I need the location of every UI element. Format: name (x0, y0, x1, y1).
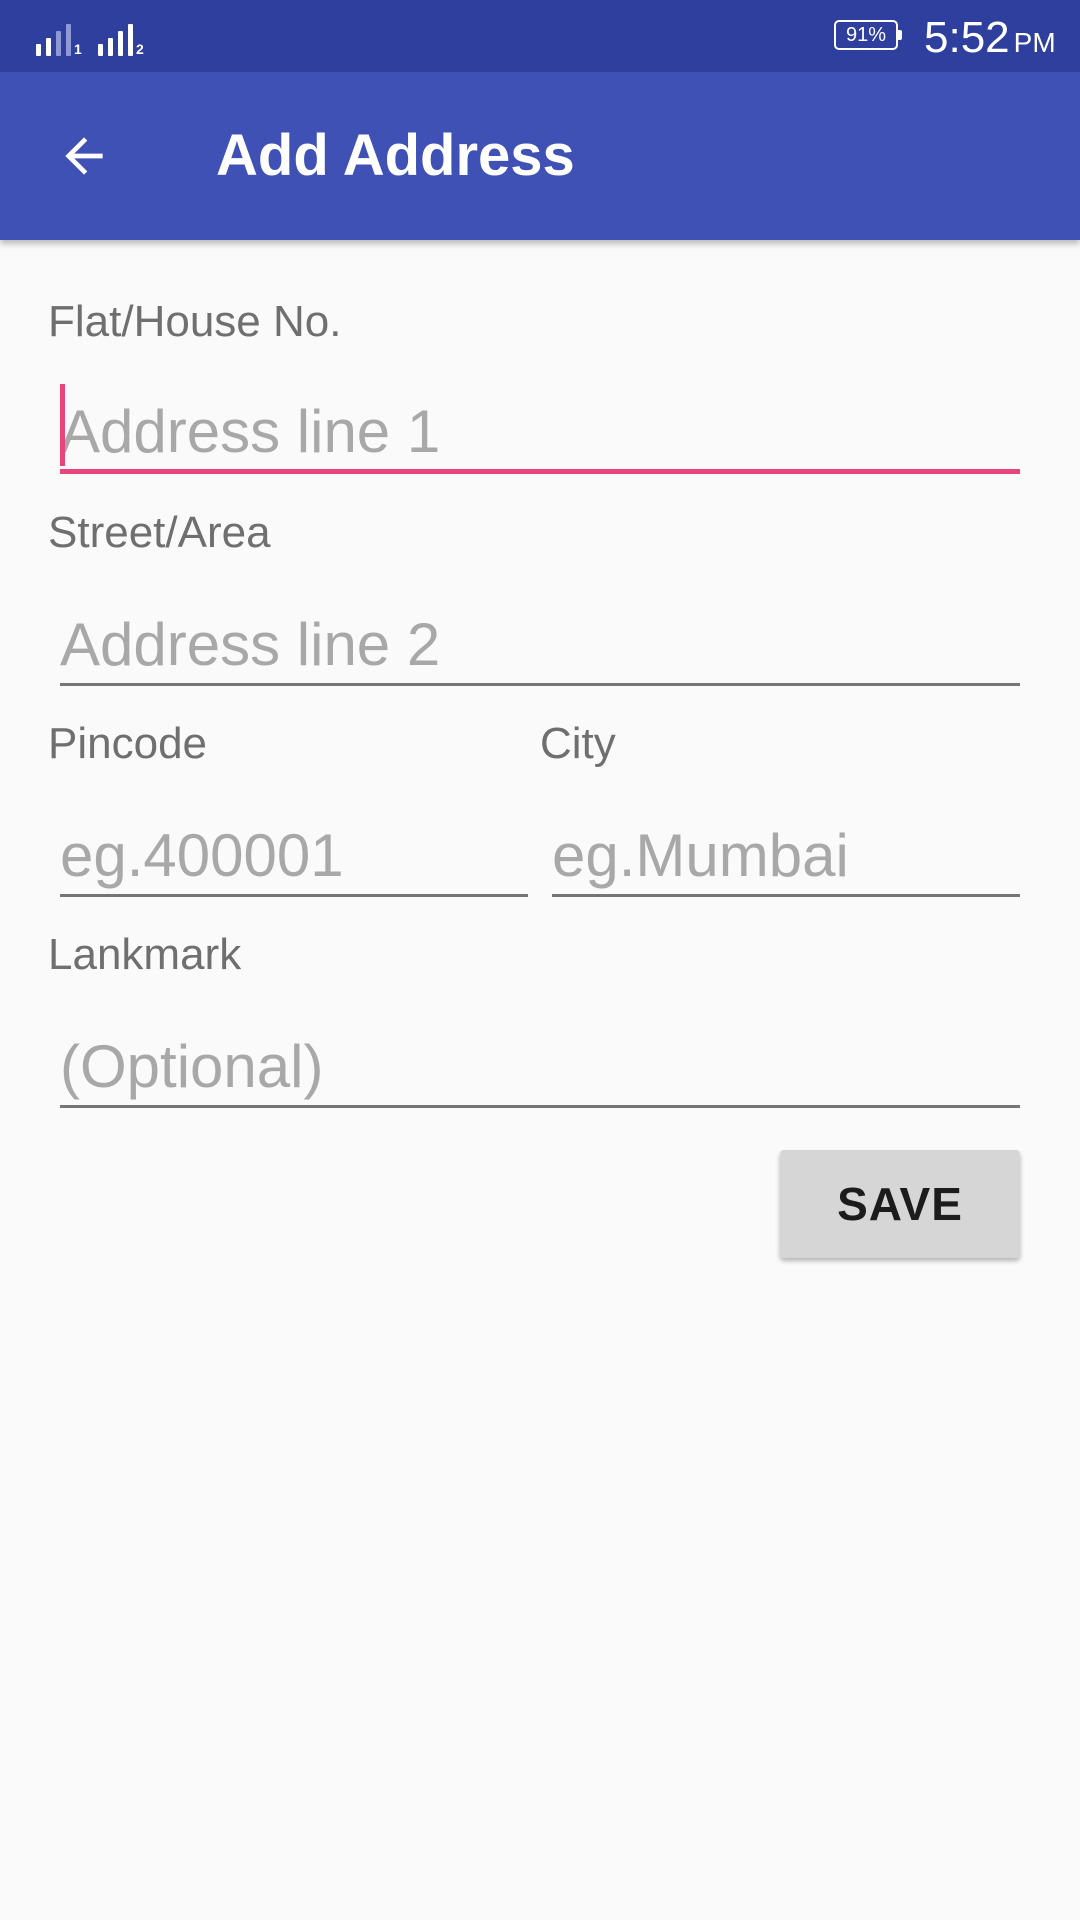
street-label: Street/Area (48, 508, 271, 557)
pincode-label: Pincode (48, 719, 208, 768)
address-line1-input[interactable] (60, 394, 1020, 474)
battery-level: 91% (845, 24, 887, 46)
flat-label: Flat/House No. (48, 297, 342, 346)
save-button[interactable]: SAVE (780, 1150, 1020, 1258)
clock-ampm: PM (1013, 27, 1056, 58)
battery-icon: 91% (834, 20, 902, 50)
page-title: Add Address (216, 123, 575, 188)
clock-time: 5:52 (924, 13, 1010, 62)
arrow-left-icon (65, 137, 103, 175)
back-button[interactable] (44, 116, 124, 196)
text-cursor (60, 384, 65, 466)
city-input[interactable] (552, 817, 1020, 897)
app-bar: Add Address (0, 72, 1080, 240)
status-clock: 5:52 PM (924, 10, 1056, 71)
city-label: City (540, 719, 616, 768)
sim2-label: 2 (136, 41, 144, 57)
pincode-input[interactable] (60, 817, 528, 897)
landmark-label: Lankmark (48, 930, 242, 979)
sim2-signal-icon: 2 (98, 22, 144, 56)
landmark-input[interactable] (60, 1028, 1020, 1108)
status-bar: 1 2 91% 5:52 PM (0, 0, 1080, 72)
sim1-label: 1 (74, 41, 82, 57)
address-line2-input[interactable] (60, 606, 1020, 686)
sim1-signal-icon: 1 (36, 22, 82, 56)
